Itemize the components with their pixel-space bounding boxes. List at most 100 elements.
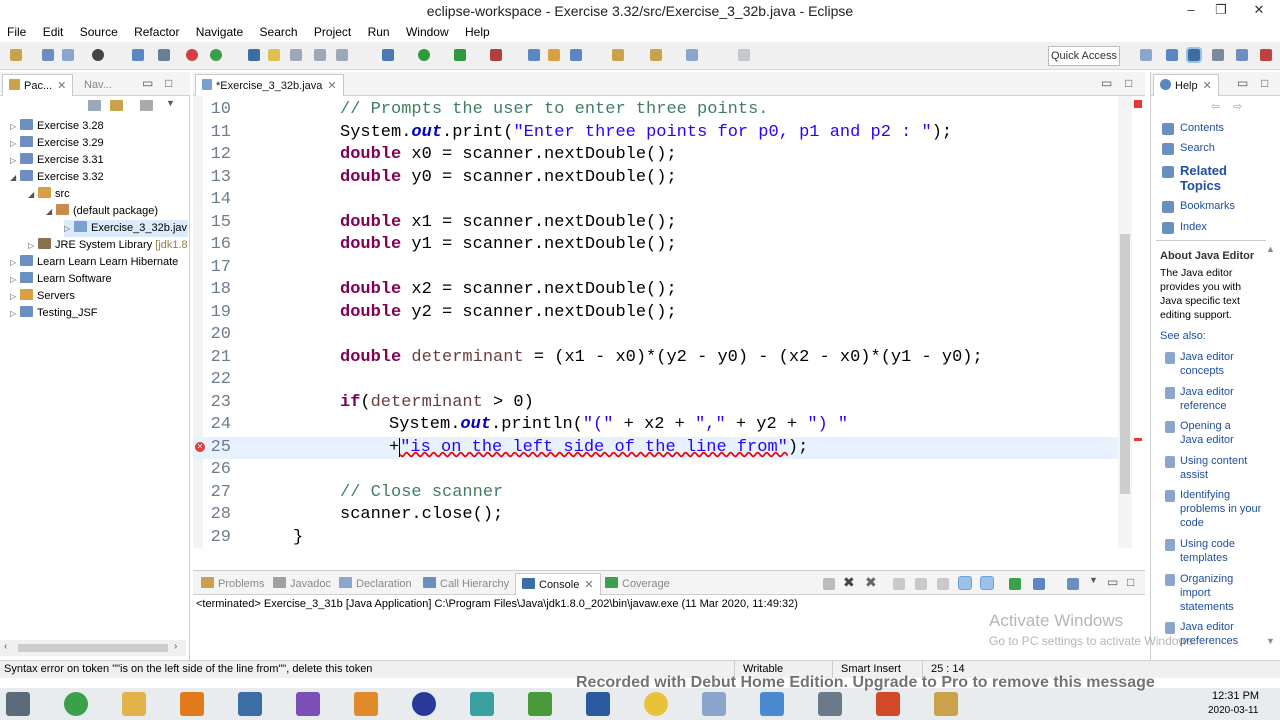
recorder-icon[interactable] — [818, 692, 842, 716]
external-tools-icon[interactable] — [490, 49, 502, 61]
expand-icon[interactable]: ▷ — [10, 135, 20, 152]
menu-project[interactable]: Project — [307, 25, 357, 39]
office-icon[interactable] — [876, 692, 900, 716]
help-link-opening[interactable]: Opening a Java editor — [1180, 419, 1250, 447]
pin-console-icon[interactable] — [1009, 578, 1021, 590]
debug-perspective-icon[interactable] — [1212, 49, 1224, 61]
close-icon[interactable]: ✕ — [327, 80, 336, 92]
app-icon-cube[interactable] — [760, 692, 784, 716]
new-java-project-icon[interactable] — [528, 49, 540, 61]
remove-all-icon[interactable]: ✖ — [865, 574, 877, 591]
help-link-identifying-problems[interactable]: Identifying problems in your code — [1180, 488, 1262, 530]
error-marker-icon[interactable]: ✕ — [195, 442, 205, 452]
link-icon[interactable] — [158, 49, 170, 61]
expand-icon[interactable]: ▷ — [64, 220, 74, 237]
error-overview-icon[interactable] — [1134, 100, 1142, 108]
menu-window[interactable]: Window — [399, 25, 455, 39]
tab-help[interactable]: Help ✕ — [1153, 74, 1219, 96]
vlc-icon[interactable] — [180, 692, 204, 716]
tree-item-exercise-3-28[interactable]: ▷ Exercise 3.28 — [10, 118, 104, 135]
app-icon-gray[interactable] — [702, 692, 726, 716]
tree-item-exercise-3-31[interactable]: ▷ Exercise 3.31 — [10, 152, 104, 169]
expand-icon[interactable]: ▷ — [10, 288, 20, 305]
scroll-lock-icon[interactable] — [915, 578, 927, 590]
forward-icon[interactable] — [738, 49, 750, 61]
menu-help[interactable]: Help — [458, 25, 496, 39]
tab-declaration[interactable]: Declaration — [339, 573, 412, 595]
filter-icon[interactable] — [140, 100, 153, 111]
tree-item-exercise-3-29[interactable]: ▷ Exercise 3.29 — [10, 135, 104, 152]
code-editor[interactable]: 10 // Prompts the user to enter three poi… — [193, 96, 1145, 548]
excel-icon[interactable] — [528, 692, 552, 716]
scroll-down-icon[interactable]: ▼ — [1266, 636, 1275, 646]
collapse-all-icon[interactable] — [88, 100, 101, 111]
close-icon[interactable]: ✕ — [584, 579, 593, 591]
git-perspective-icon[interactable] — [1236, 49, 1248, 61]
start-icon[interactable] — [6, 692, 30, 716]
team-perspective-icon[interactable] — [1260, 49, 1272, 61]
collapse-icon[interactable]: ◢ — [46, 203, 56, 220]
word-wrap-icon[interactable] — [937, 578, 949, 590]
help-link-concepts[interactable]: Java editor concepts — [1180, 350, 1250, 378]
tab-problems[interactable]: Problems — [201, 573, 264, 595]
open-console-icon[interactable] — [1067, 578, 1079, 590]
close-icon[interactable]: ✕ — [1203, 80, 1212, 92]
vertical-scrollbar[interactable] — [1118, 96, 1132, 548]
maximize-icon[interactable]: □ — [165, 76, 172, 90]
tab-editor-file[interactable]: *Exercise_3_32b.java ✕ — [195, 74, 344, 96]
tree-item-hibernate[interactable]: ▷ Learn Learn Learn Hibernate — [10, 254, 178, 271]
view-menu-icon[interactable]: ▼ — [1089, 575, 1098, 585]
open-perspective-icon[interactable] — [1140, 49, 1152, 61]
app-icon-green[interactable] — [64, 692, 88, 716]
scroll-right-icon[interactable]: › — [174, 641, 177, 652]
help-nav-contents[interactable]: Contents — [1180, 121, 1270, 135]
menu-source[interactable]: Source — [73, 25, 124, 39]
open-type-icon[interactable] — [248, 49, 260, 61]
collapse-icon[interactable]: ◢ — [10, 169, 20, 186]
tree-item-default-package[interactable]: ◢ (default package) — [46, 203, 158, 220]
minimize-icon[interactable]: ▭ — [1101, 76, 1112, 90]
scrollbar-thumb[interactable] — [18, 644, 168, 652]
expand-icon[interactable]: ▷ — [10, 152, 20, 169]
remove-launch-icon[interactable]: ✖ — [843, 574, 855, 591]
visual-studio-icon[interactable] — [296, 692, 320, 716]
maximize-icon[interactable]: □ — [1127, 575, 1134, 589]
coverage-icon[interactable] — [454, 49, 466, 61]
help-nav-index[interactable]: Index — [1180, 220, 1270, 234]
chrome-icon[interactable] — [644, 692, 668, 716]
menu-file[interactable]: File — [0, 25, 32, 39]
java-ee-perspective-icon[interactable] — [1166, 49, 1178, 61]
git-icon[interactable] — [470, 692, 494, 716]
forward-icon[interactable]: ⇨ — [1233, 100, 1242, 113]
scrollbar-thumb[interactable] — [1120, 234, 1130, 494]
back-icon[interactable]: ⇦ — [1211, 100, 1220, 113]
save-all-icon[interactable] — [62, 49, 74, 61]
minimize-icon[interactable]: ▭ — [1107, 575, 1118, 589]
media-player-icon[interactable] — [354, 692, 378, 716]
save-icon[interactable] — [42, 49, 54, 61]
menu-run[interactable]: Run — [361, 25, 396, 39]
menu-edit[interactable]: Edit — [36, 25, 70, 39]
tree-item-java-file[interactable]: ▷ Exercise_3_32b.jav — [64, 220, 188, 237]
tree-item-exercise-3-32[interactable]: ◢ Exercise 3.32 — [10, 169, 104, 186]
app-icon-blue[interactable] — [586, 692, 610, 716]
expand-icon[interactable]: ▷ — [10, 271, 20, 288]
tree-item-src[interactable]: ◢ src — [28, 186, 70, 203]
clock-time[interactable]: 12:31 PM — [1212, 690, 1259, 702]
menu-refactor[interactable]: Refactor — [127, 25, 185, 39]
whitespace-icon[interactable] — [336, 49, 348, 61]
tab-call-hierarchy[interactable]: Call Hierarchy — [423, 573, 509, 595]
new-server-icon[interactable] — [186, 49, 198, 61]
error-overview-marker[interactable] — [1134, 438, 1142, 441]
expand-icon[interactable]: ▷ — [10, 305, 20, 322]
tab-javadoc[interactable]: Javadoc — [273, 573, 331, 595]
tree-item-testing-jsf[interactable]: ▷ Testing_JSF — [10, 305, 98, 322]
horizontal-scrollbar[interactable]: ‹ › — [0, 640, 186, 656]
quick-access-input[interactable]: Quick Access — [1048, 46, 1120, 66]
tab-navigator[interactable]: Nav... — [84, 74, 112, 96]
toggle-icon[interactable] — [290, 49, 302, 61]
help-nav-bookmarks[interactable]: Bookmarks — [1180, 199, 1270, 213]
help-link-organizing-imports[interactable]: Organizing import statements — [1180, 572, 1252, 614]
minimize-icon[interactable]: ▭ — [1237, 76, 1248, 90]
minimize-icon[interactable]: ▭ — [142, 76, 153, 90]
